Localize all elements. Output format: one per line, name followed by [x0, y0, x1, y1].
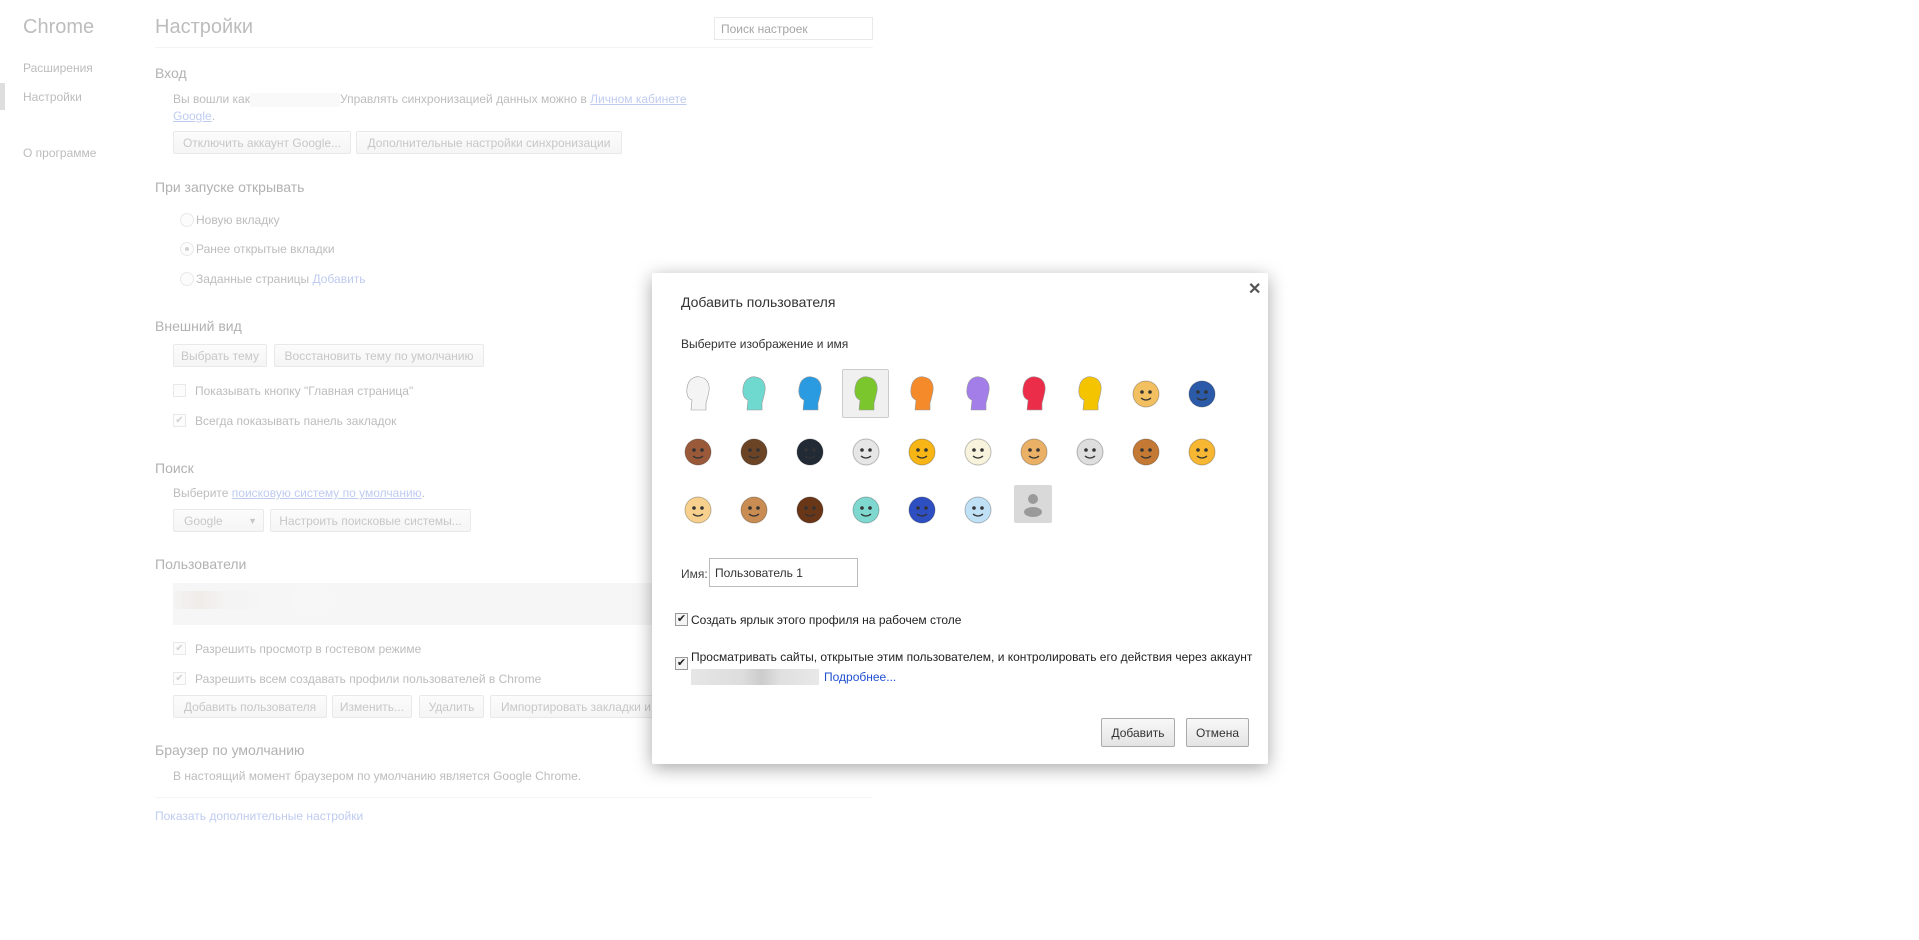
avatar-superhero[interactable]	[1178, 369, 1225, 418]
avatar-cocktail[interactable]	[842, 485, 889, 534]
blonde-woman-icon	[1132, 380, 1159, 407]
avatar-sun-cloud[interactable]	[954, 485, 1001, 534]
cat-icon	[1188, 438, 1215, 465]
avatar-soccer-ball[interactable]	[1066, 427, 1113, 476]
avatar-smiley[interactable]	[898, 427, 945, 476]
avatar-horse[interactable]	[786, 485, 833, 534]
head-teal-icon	[742, 375, 765, 410]
burger-icon	[1132, 438, 1159, 465]
cupcake-icon	[684, 496, 711, 523]
avatar-head-yellow[interactable]	[1066, 369, 1113, 418]
avatar-pizza[interactable]	[1010, 427, 1057, 476]
shortcut-checkbox-label: Создать ярлык этого профиля на рабочем с…	[691, 613, 962, 627]
alien-icon	[852, 438, 879, 465]
cocktail-icon	[852, 496, 879, 523]
head-orange-icon	[910, 375, 933, 410]
avatar-head-blue[interactable]	[786, 369, 833, 418]
name-label: Имя:	[681, 567, 708, 581]
head-purple-icon	[966, 375, 989, 410]
avatar-head-green[interactable]	[842, 369, 889, 418]
avatar-head-orange[interactable]	[898, 369, 945, 418]
avatar-head-white[interactable]	[674, 369, 721, 418]
dialog-title: Добавить пользователя	[681, 294, 836, 310]
name-input[interactable]	[709, 558, 858, 587]
close-icon[interactable]: ✕	[1248, 279, 1261, 299]
avatar-head-red[interactable]	[1010, 369, 1057, 418]
redacted-account	[691, 669, 819, 685]
dialog-subtitle: Выберите изображение и имя	[681, 337, 849, 351]
flower-icon	[964, 438, 991, 465]
learn-more-link[interactable]: Подробнее...	[824, 670, 896, 684]
avatar-businessman[interactable]	[730, 427, 777, 476]
add-button[interactable]: Добавить	[1101, 718, 1175, 747]
ninja-icon	[796, 438, 823, 465]
supervise-checkbox-label: Просматривать сайты, открытые этим польз…	[691, 650, 1253, 664]
woman-sunglasses-icon	[684, 438, 711, 465]
avatar-burger[interactable]	[1122, 427, 1169, 476]
avatar-dog[interactable]	[730, 485, 777, 534]
head-blue-icon	[798, 375, 821, 410]
businessman-icon	[740, 438, 767, 465]
soccer-ball-icon	[1076, 438, 1103, 465]
superhero-icon	[1188, 380, 1215, 407]
head-yellow-icon	[1078, 375, 1101, 410]
avatar-head-teal[interactable]	[730, 369, 777, 418]
horse-icon	[796, 496, 823, 523]
avatar-woman-sunglasses[interactable]	[674, 427, 721, 476]
head-red-icon	[1022, 375, 1045, 410]
dog-icon	[740, 496, 767, 523]
avatar-alien[interactable]	[842, 427, 889, 476]
avatar-cupcake[interactable]	[674, 485, 721, 534]
sun-cloud-icon	[964, 496, 991, 523]
pizza-icon	[1020, 438, 1047, 465]
shortcut-checkbox[interactable]: ✔	[675, 613, 688, 626]
avatar-head-purple[interactable]	[954, 369, 1001, 418]
avatar-generic-user[interactable]	[1014, 485, 1052, 523]
generic-user-icon	[1024, 494, 1042, 517]
add-user-dialog: Добавить пользователя ✕ Выберите изображ…	[652, 273, 1268, 764]
head-green-icon	[854, 375, 877, 410]
smiley-icon	[908, 438, 935, 465]
supervise-checkbox[interactable]: ✔	[675, 657, 688, 670]
avatar-music-note[interactable]	[898, 485, 945, 534]
avatar-cat[interactable]	[1178, 427, 1225, 476]
music-note-icon	[908, 496, 935, 523]
avatar-blonde-woman[interactable]	[1122, 369, 1169, 418]
avatar-ninja[interactable]	[786, 427, 833, 476]
cancel-button[interactable]: Отмена	[1186, 718, 1249, 747]
avatar-flower[interactable]	[954, 427, 1001, 476]
head-white-icon	[686, 375, 709, 410]
